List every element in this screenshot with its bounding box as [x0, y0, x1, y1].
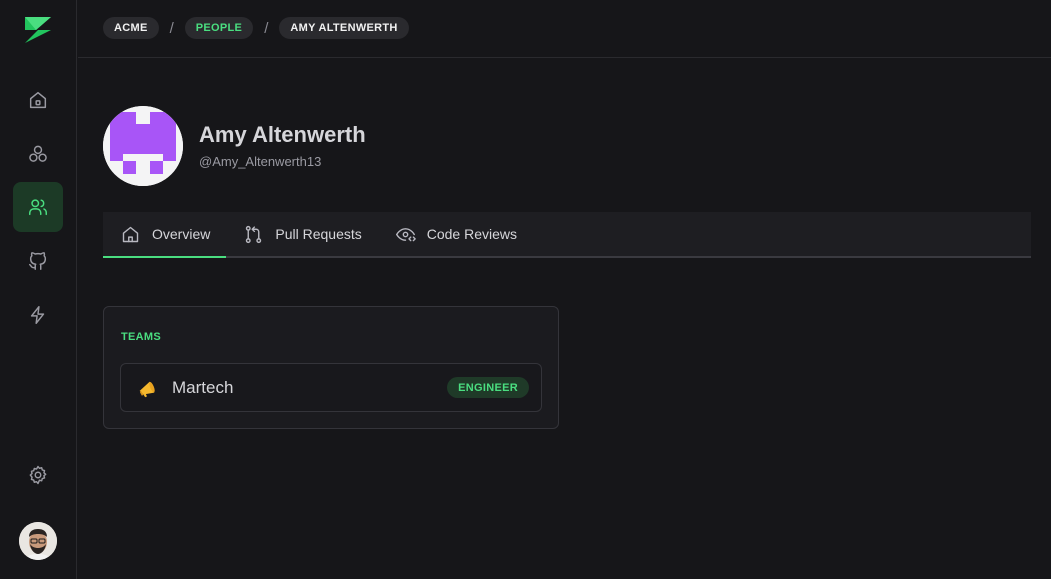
profile-handle: @Amy_Altenwerth13	[199, 154, 322, 169]
tab-label: Overview	[152, 226, 211, 242]
identicon-avatar	[103, 106, 183, 186]
teams-card: TEAMS Martech ENGINEER	[103, 306, 559, 429]
sidebar-item-github[interactable]	[13, 236, 63, 286]
app-logo-icon[interactable]	[22, 14, 54, 46]
profile-tabs: Overview Pull Requests Code Reviews	[103, 212, 1031, 258]
top-bar: ACME / PEOPLE / AMY ALTENWERTH	[78, 0, 1051, 58]
lightning-icon	[30, 306, 45, 324]
role-badge: ENGINEER	[447, 377, 529, 398]
sidebar-item-people[interactable]	[13, 182, 63, 232]
gear-icon	[29, 465, 47, 485]
profile-avatar	[103, 106, 183, 186]
users-icon	[29, 199, 47, 216]
tab-label: Code Reviews	[426, 226, 518, 242]
breadcrumb-current[interactable]: AMY ALTENWERTH	[279, 17, 409, 39]
tab-overview[interactable]: Overview	[103, 212, 227, 258]
git-pull-request-icon	[246, 225, 262, 243]
breadcrumb: ACME / PEOPLE / AMY ALTENWERTH	[103, 17, 409, 39]
breadcrumb-org[interactable]: ACME	[103, 17, 159, 39]
profile-name: Amy Altenwerth	[199, 122, 366, 147]
tab-label: Pull Requests	[275, 226, 362, 242]
sidebar-item-groups[interactable]	[13, 129, 63, 179]
home-icon	[122, 226, 139, 242]
github-icon	[29, 252, 47, 270]
eye-code-icon	[395, 227, 416, 241]
settings-button[interactable]	[13, 450, 63, 500]
sidebar	[0, 0, 77, 579]
tab-pull-requests[interactable]: Pull Requests	[226, 212, 377, 256]
circles-icon	[29, 145, 47, 162]
user-avatar[interactable]	[19, 522, 57, 560]
tab-code-reviews[interactable]: Code Reviews	[378, 212, 533, 256]
teams-card-title: TEAMS	[121, 331, 161, 343]
breadcrumb-people[interactable]: PEOPLE	[184, 17, 254, 39]
team-name: Martech	[172, 378, 234, 397]
home-icon	[29, 91, 47, 109]
megaphone-icon	[139, 381, 155, 398]
sidebar-item-home[interactable]	[13, 75, 63, 125]
user-avatar-image	[19, 522, 57, 560]
breadcrumb-separator: /	[264, 19, 269, 37]
sidebar-item-integrations[interactable]	[13, 290, 63, 340]
breadcrumb-separator: /	[169, 19, 174, 37]
team-row[interactable]: Martech ENGINEER	[120, 363, 542, 412]
